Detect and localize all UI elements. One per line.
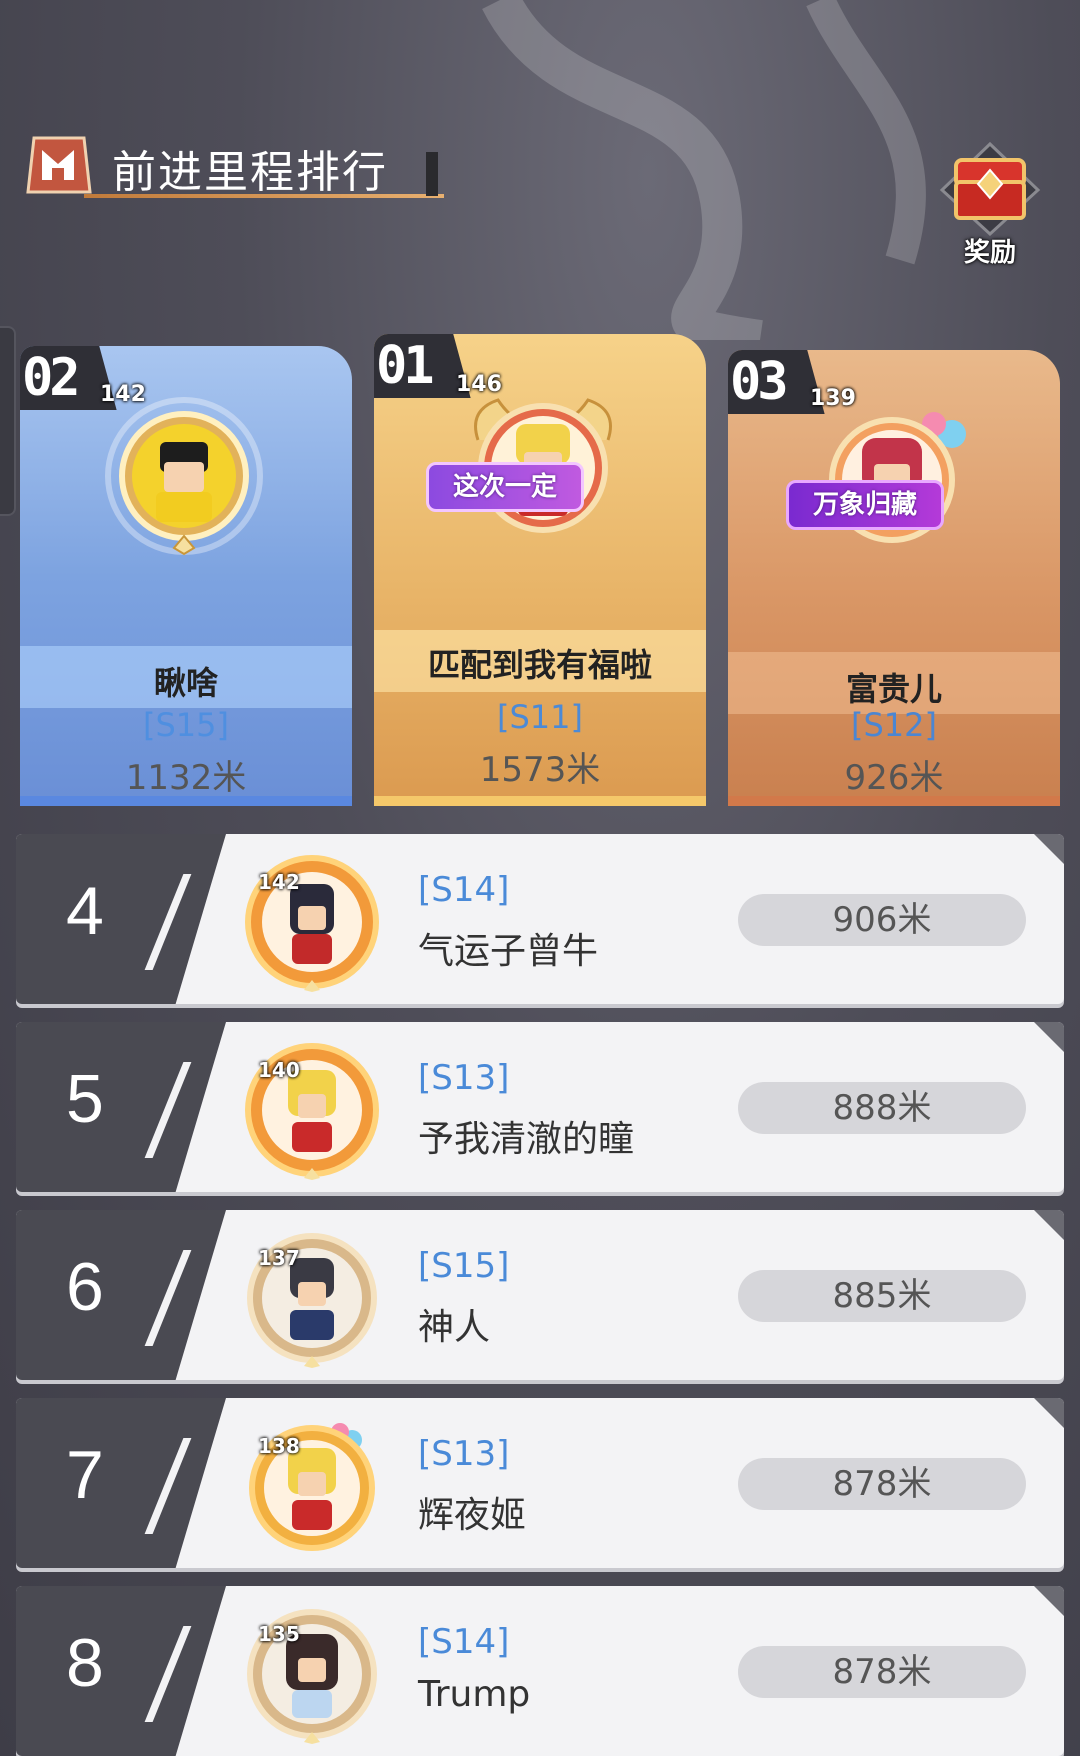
corner-decor [1034, 1398, 1064, 1428]
title-underline [84, 194, 444, 198]
side-drawer-tab[interactable] [0, 326, 16, 516]
player-name: 富贵儿 [845, 670, 942, 708]
rank-box [16, 1586, 226, 1756]
podium-base [728, 796, 1060, 806]
distance-value: 1573米 [479, 750, 601, 790]
distance-pill: 878米 [738, 1646, 1026, 1698]
server-tag: [S12] [851, 706, 937, 744]
ranking-row[interactable]: 7 138 [S13] 辉夜姬 878米 [16, 1398, 1064, 1568]
ranking-row[interactable]: 4 142 [S14] 气运子曾牛 906米 [16, 834, 1064, 1004]
reward-label: 奖励 [963, 238, 1016, 268]
rank-box [16, 834, 226, 1004]
ranking-icon [26, 136, 92, 194]
player-name: 匹配到我有福啦 [427, 646, 652, 684]
distance-pill: 888米 [738, 1082, 1026, 1134]
server-tag: [S14] [418, 1622, 510, 1662]
server-tag: [S15] [418, 1246, 510, 1286]
server-tag: [S15] [143, 706, 229, 744]
rank-number: 7 [66, 1437, 104, 1513]
rank-box [16, 1022, 226, 1192]
player-avatar [105, 397, 263, 556]
player-name: 予我清澈的瞳 [418, 1119, 635, 1160]
server-tag: [S13] [418, 1434, 510, 1474]
level-badge: 138 [258, 1434, 300, 1458]
level-badge: 137 [258, 1246, 300, 1270]
title-tail-decor [426, 152, 438, 196]
distance-value: 1132米 [125, 758, 247, 798]
player-name: 气运子曾牛 [418, 931, 599, 972]
player-name: 辉夜姬 [418, 1495, 527, 1536]
corner-decor [1034, 1210, 1064, 1240]
level-badge: 135 [258, 1622, 300, 1646]
rank-number: 4 [66, 873, 104, 949]
podium-rank-3[interactable]: 03 139 万象归藏 富贵儿 [S12] 926米 [728, 350, 1060, 806]
rank-number: 8 [66, 1625, 104, 1701]
player-name: 神人 [418, 1307, 491, 1348]
podium-base [20, 796, 352, 806]
distance-pill: 885米 [738, 1270, 1026, 1322]
level-badge: 146 [456, 372, 502, 397]
podium-base [374, 796, 706, 806]
corner-decor [1034, 1586, 1064, 1616]
player-avatar [829, 412, 966, 543]
distance-pill: 878米 [738, 1458, 1026, 1510]
level-badge: 142 [100, 382, 146, 407]
level-badge: 139 [810, 386, 856, 411]
level-badge: 140 [258, 1058, 300, 1082]
server-tag: [S14] [418, 870, 510, 910]
rank-box [16, 1210, 226, 1380]
title-tag: 这次一定 [426, 462, 585, 512]
server-tag: [S13] [418, 1058, 510, 1098]
page-title: 前进里程排行 [112, 147, 388, 198]
rank-box [16, 1398, 226, 1568]
reward-button[interactable]: 奖励 [930, 140, 1050, 270]
distance-value: 926米 [844, 758, 944, 798]
page-header: 前进里程排行 [24, 130, 444, 200]
player-name: Trump [418, 1674, 531, 1715]
server-tag: [S11] [497, 698, 583, 736]
treasure-chest-icon [939, 141, 1041, 236]
level-badge: 142 [258, 870, 300, 894]
podium-rank-2[interactable]: 02 142 瞅啥 [S15] 1132米 [20, 346, 352, 806]
rank-number: 6 [66, 1249, 104, 1325]
distance-pill: 906米 [738, 894, 1026, 946]
rank-number: 5 [66, 1061, 104, 1137]
ranking-row[interactable]: 5 140 [S13] 予我清澈的瞳 888米 [16, 1022, 1064, 1192]
ranking-row[interactable]: 6 137 [S15] 神人 885米 [16, 1210, 1064, 1380]
podium-rank-1[interactable]: 01 146 这次一定 匹配到我有福啦 [S11] 1573米 [374, 334, 706, 806]
ranking-row[interactable]: 8 135 [S14] Trump 878米 [16, 1586, 1064, 1756]
title-tag: 万象归藏 [786, 480, 945, 530]
corner-decor [1034, 1022, 1064, 1052]
player-name: 瞅啥 [153, 664, 218, 702]
corner-decor [1034, 834, 1064, 864]
